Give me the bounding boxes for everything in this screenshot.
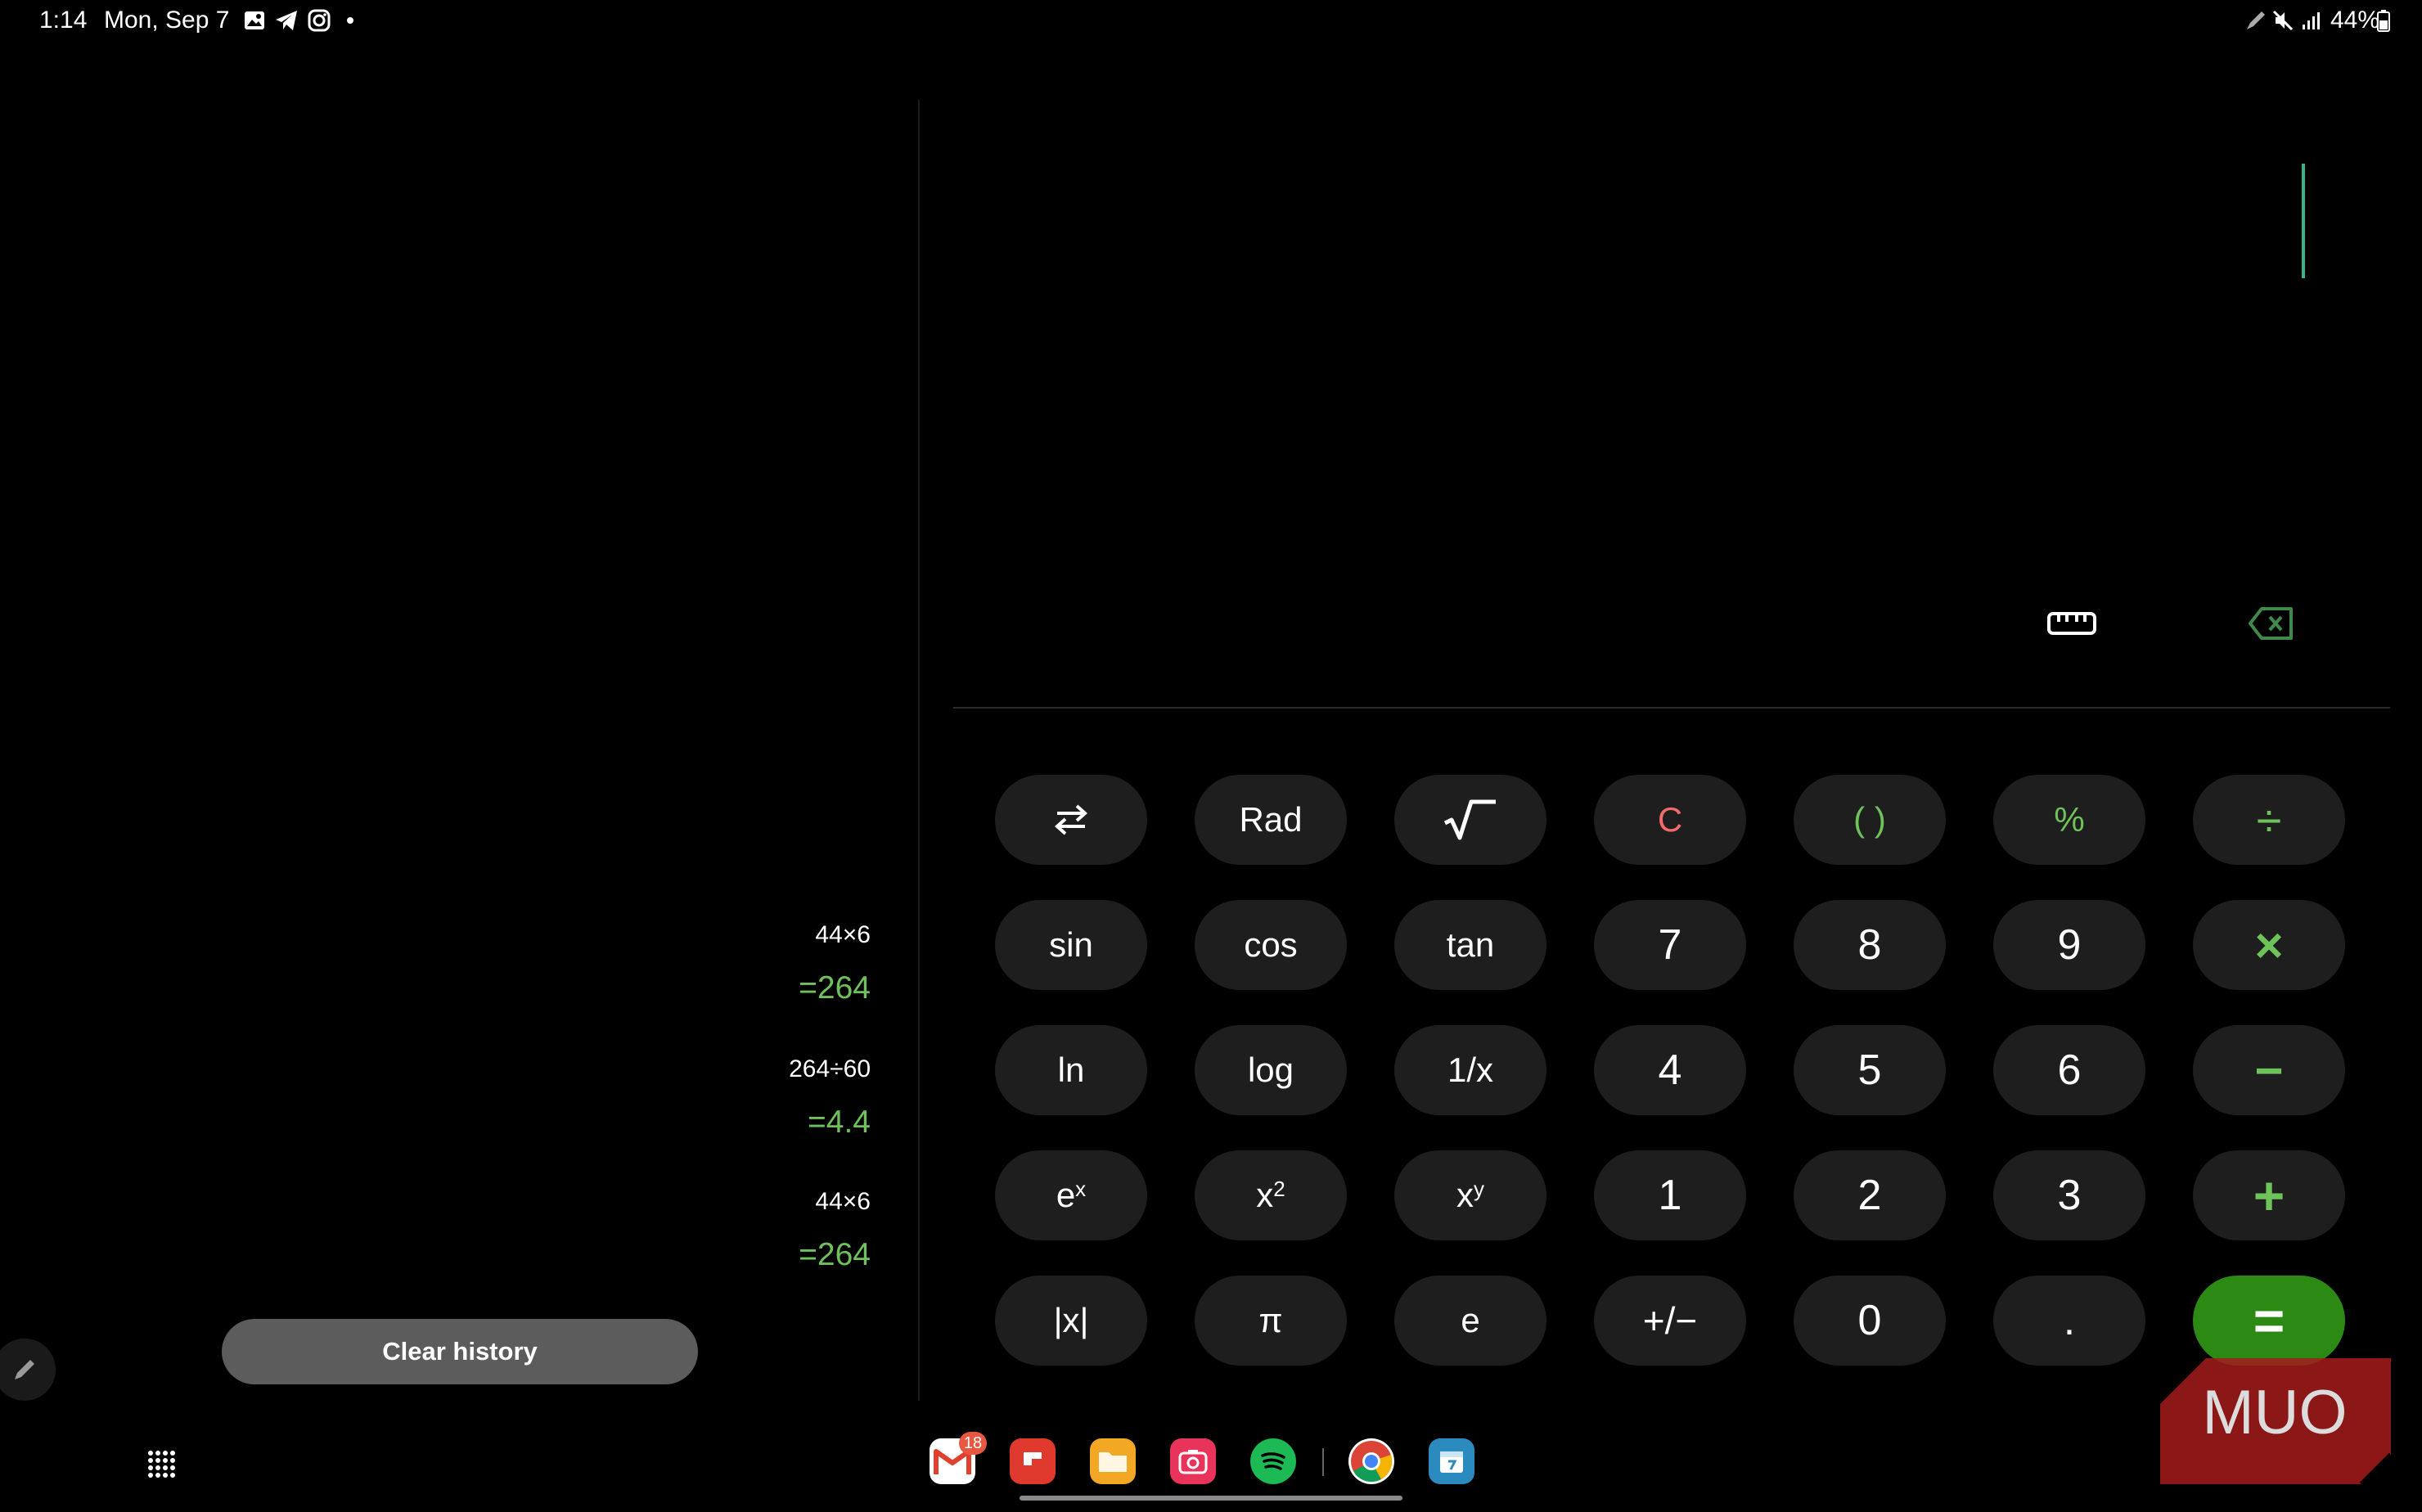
battery-percent: 44% bbox=[2330, 7, 2380, 34]
square-exponent: 2 bbox=[1273, 1176, 1285, 1201]
abs-button[interactable]: |x| bbox=[995, 1276, 1147, 1366]
reciprocal-button[interactable]: 1/x bbox=[1394, 1025, 1546, 1115]
digit-0-button[interactable]: 0 bbox=[1794, 1276, 1946, 1366]
muo-logo: MUO bbox=[2160, 1358, 2391, 1484]
digit-6-button[interactable]: 6 bbox=[1993, 1025, 2145, 1115]
app-drawer-icon[interactable] bbox=[147, 1450, 177, 1479]
cos-button[interactable]: cos bbox=[1195, 900, 1347, 990]
digit-1-button[interactable]: 1 bbox=[1594, 1150, 1746, 1240]
muo-logo-text: MUO bbox=[2202, 1378, 2347, 1447]
digit-2-button[interactable]: 2 bbox=[1794, 1150, 1946, 1240]
tan-button[interactable]: tan bbox=[1394, 900, 1546, 990]
digit-7-button[interactable]: 7 bbox=[1594, 900, 1746, 990]
telegram-icon bbox=[276, 11, 297, 30]
exp-base: e bbox=[1056, 1176, 1076, 1214]
status-bar: 1:14 Mon, Sep 7 44% bbox=[0, 0, 2422, 43]
log-button[interactable]: log bbox=[1195, 1025, 1347, 1115]
swap-arrows-icon bbox=[1055, 804, 1087, 835]
history-expression[interactable]: 44×6 bbox=[815, 921, 871, 949]
pen-icon bbox=[15, 1360, 34, 1379]
clear-button[interactable]: C bbox=[1594, 775, 1746, 865]
digit-4-button[interactable]: 4 bbox=[1594, 1025, 1746, 1115]
percent-button[interactable]: % bbox=[1993, 775, 2145, 865]
power-exponent: y bbox=[1474, 1176, 1484, 1201]
decimal-button[interactable]: . bbox=[1993, 1276, 2145, 1366]
files-icon[interactable] bbox=[1090, 1438, 1136, 1484]
minus-button[interactable]: − bbox=[2193, 1025, 2345, 1115]
unit-converter-icon[interactable] bbox=[2046, 607, 2098, 640]
pen-icon bbox=[2247, 11, 2265, 29]
euler-button[interactable]: e bbox=[1394, 1276, 1546, 1366]
digit-9-button[interactable]: 9 bbox=[1993, 900, 2145, 990]
clear-history-button[interactable]: Clear history bbox=[222, 1319, 698, 1384]
instagram-icon bbox=[308, 9, 331, 32]
pi-button[interactable]: π bbox=[1195, 1276, 1347, 1366]
digit-3-button[interactable]: 3 bbox=[1993, 1150, 2145, 1240]
digit-8-button[interactable]: 8 bbox=[1794, 900, 1946, 990]
sqrt-button[interactable] bbox=[1394, 775, 1546, 865]
power-base: x bbox=[1456, 1176, 1474, 1214]
display-separator bbox=[953, 707, 2390, 709]
camera-icon[interactable] bbox=[1170, 1438, 1216, 1484]
history-expression[interactable]: 264÷60 bbox=[789, 1055, 871, 1083]
mute-icon bbox=[2272, 10, 2294, 31]
square-base: x bbox=[1256, 1176, 1274, 1214]
swap-functions-button[interactable] bbox=[995, 775, 1147, 865]
calendar-icon[interactable] bbox=[1429, 1438, 1474, 1484]
battery-icon bbox=[2377, 10, 2390, 32]
dock-divider bbox=[1322, 1448, 1324, 1476]
backspace-icon[interactable] bbox=[2247, 604, 2296, 643]
dot-icon bbox=[347, 17, 353, 24]
input-cursor bbox=[2302, 164, 2305, 278]
status-date: Mon, Sep 7 bbox=[104, 7, 230, 34]
sin-button[interactable]: sin bbox=[995, 900, 1147, 990]
signal-icon bbox=[2303, 12, 2320, 29]
multiply-button[interactable]: × bbox=[2193, 900, 2345, 990]
digit-5-button[interactable]: 5 bbox=[1794, 1025, 1946, 1115]
history-result[interactable]: =4.4 bbox=[808, 1105, 871, 1141]
exp-exponent: x bbox=[1075, 1176, 1087, 1201]
flipboard-icon[interactable] bbox=[1010, 1438, 1056, 1484]
gesture-handle[interactable] bbox=[1020, 1496, 1402, 1501]
parentheses-button[interactable]: ( ) bbox=[1794, 775, 1946, 865]
divide-button[interactable]: ÷ bbox=[2193, 775, 2345, 865]
history-result[interactable]: =264 bbox=[799, 970, 871, 1006]
panel-divider bbox=[918, 100, 920, 1401]
equals-button[interactable]: = bbox=[2193, 1276, 2345, 1366]
sqrt-icon bbox=[1443, 799, 1496, 840]
edit-pen-button[interactable] bbox=[0, 1339, 56, 1401]
history-result[interactable]: =264 bbox=[799, 1237, 871, 1273]
chrome-icon[interactable] bbox=[1348, 1438, 1394, 1484]
plus-button[interactable]: + bbox=[2193, 1150, 2345, 1240]
gallery-icon bbox=[245, 11, 264, 29]
status-time: 1:14 bbox=[39, 7, 88, 34]
square-button[interactable]: x2 bbox=[1195, 1150, 1347, 1240]
rad-button[interactable]: Rad bbox=[1195, 775, 1347, 865]
spotify-icon[interactable] bbox=[1250, 1438, 1296, 1484]
notification-badge: 18 bbox=[959, 1432, 987, 1455]
negate-button[interactable]: +/− bbox=[1594, 1276, 1746, 1366]
exp-button[interactable]: ex bbox=[995, 1150, 1147, 1240]
history-expression[interactable]: 44×6 bbox=[815, 1188, 871, 1216]
ln-button[interactable]: ln bbox=[995, 1025, 1147, 1115]
power-button[interactable]: xy bbox=[1394, 1150, 1546, 1240]
